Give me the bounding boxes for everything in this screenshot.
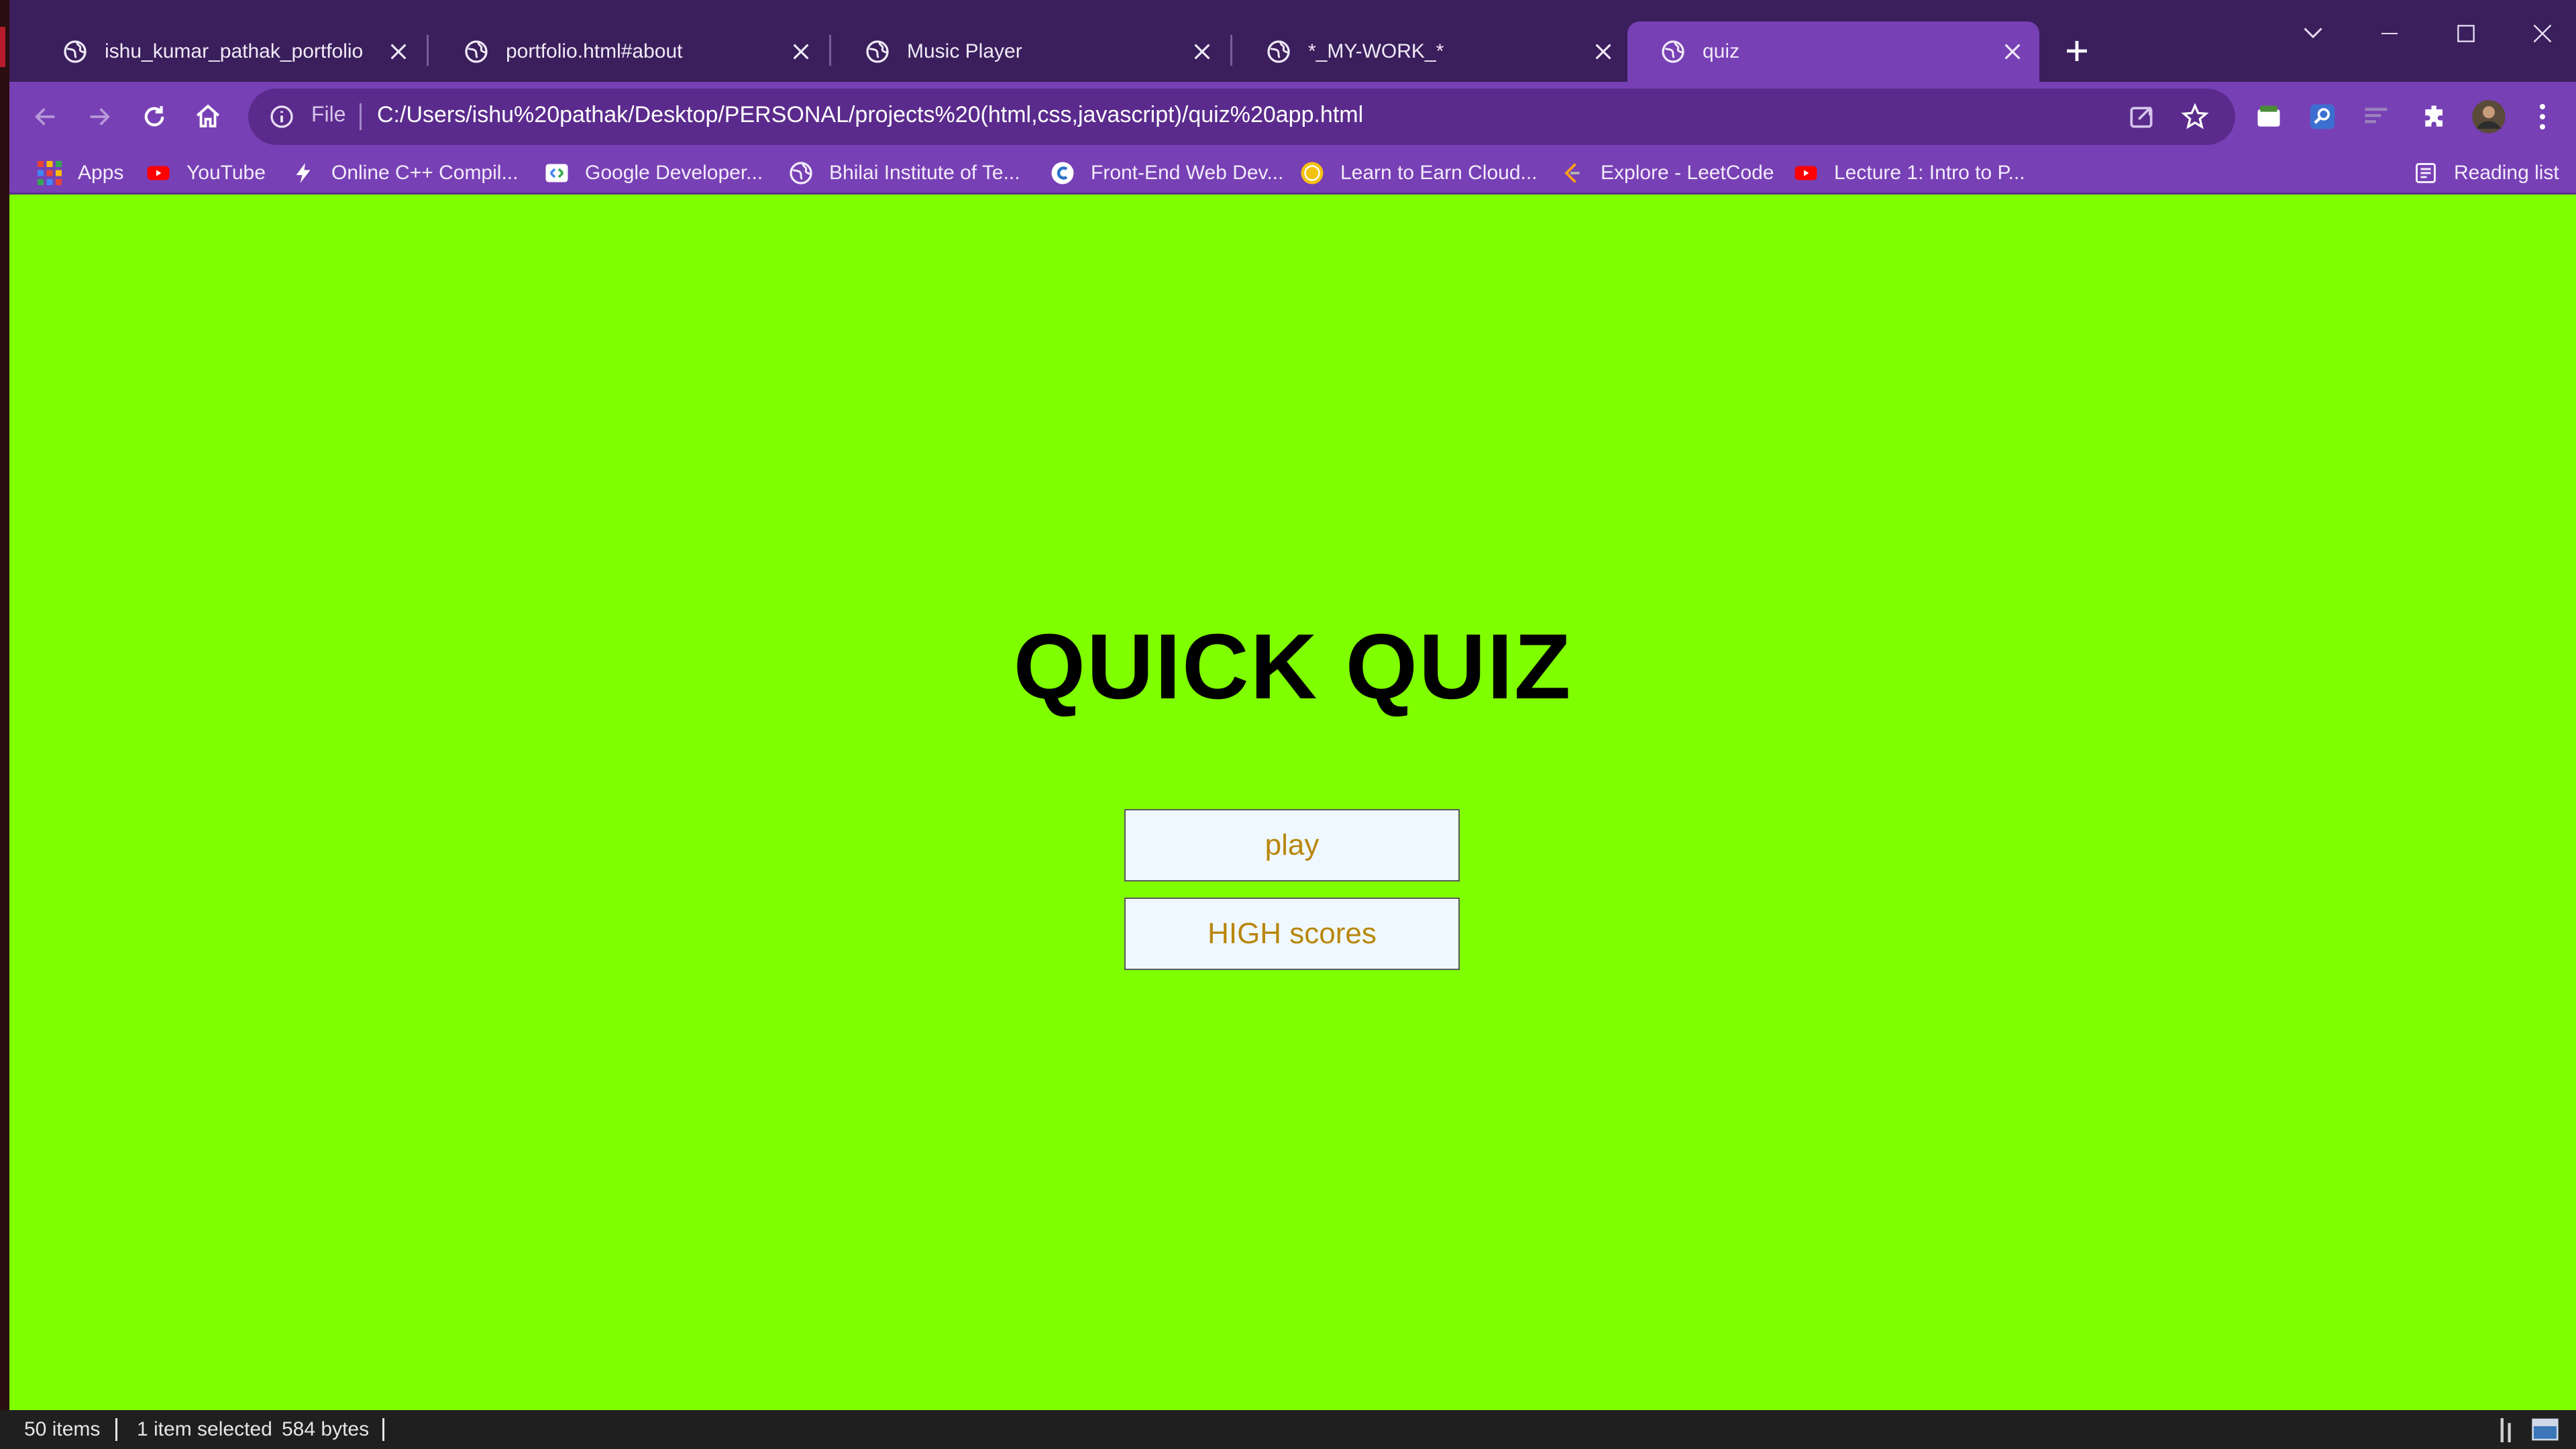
bookmark-star-icon[interactable] [2180,102,2210,131]
bookmark-label: Online C++ Compil... [331,162,519,184]
apps-grid-icon [38,161,62,185]
back-button[interactable] [24,95,67,138]
status-size: 584 bytes [282,1418,370,1440]
play-button[interactable]: play [1124,809,1460,881]
tab-search-icon[interactable] [2293,13,2333,54]
extension-search-icon[interactable] [2301,95,2344,138]
toolbar: File C:/Users/ishu%20pathak/Desktop/PERS… [9,82,2576,152]
bookmark-label: Front-End Web Dev... [1091,162,1284,184]
youtube-icon [1794,166,1817,180]
details-view-icon[interactable] [2500,1418,2514,1442]
bookmarks-bar: Apps YouTube Online C++ Compil... Google… [9,152,2576,195]
close-tab-icon[interactable] [1590,38,1617,65]
maximize-icon[interactable] [2446,13,2486,54]
page-viewport: QUICK QUIZ play HIGH scores [9,195,2576,1410]
tab-my-work[interactable]: *_MY-WORK_* [1233,21,1630,82]
bookmark-leetcode[interactable]: Explore - LeetCode [1560,158,1774,188]
tab-title: quiz [1703,40,1740,62]
bookmark-front-end[interactable]: Front-End Web Dev... [1051,158,1283,188]
tab-title: portfolio.html#about [506,40,683,62]
tab-portfolio[interactable]: ishu_kumar_pathak_portfolio [30,21,425,82]
lightning-icon [296,163,311,183]
info-icon[interactable] [268,103,295,130]
tab-title: ishu_kumar_pathak_portfolio [105,40,364,62]
minimize-icon[interactable] [2369,13,2410,54]
reading-list-label: Reading list [2454,162,2559,184]
profile-avatar[interactable] [2467,95,2510,138]
tab-strip: ishu_kumar_pathak_portfolio portfolio.ht… [9,0,2576,82]
bookmark-youtube[interactable]: YouTube [146,158,266,188]
reading-list-button[interactable]: Reading list [2414,158,2559,188]
large-icons-view-icon[interactable] [2532,1417,2559,1442]
bookmark-label: Google Developer... [585,162,763,184]
bookmark-label: YouTube [186,162,266,184]
globe-icon [1662,40,1684,63]
globe-icon [790,162,812,184]
tab-quiz[interactable]: quiz [1627,21,2039,82]
reading-list-icon [2416,163,2436,183]
bookmark-label: Lecture 1: Intro to P... [1834,162,2025,184]
bookmark-lecture[interactable]: Lecture 1: Intro to P... [1794,158,2025,188]
new-tab-button[interactable] [2058,32,2096,70]
high-scores-button[interactable]: HIGH scores [1124,898,1460,970]
coursera-icon [1051,162,1074,184]
browser-window: ishu_kumar_pathak_portfolio portfolio.ht… [0,0,2576,1449]
close-tab-icon[interactable] [788,38,814,65]
close-window-icon[interactable] [2522,13,2563,54]
reload-button[interactable] [133,95,176,138]
url-scheme: File [311,102,346,126]
globe-icon [64,40,87,63]
youtube-icon [147,166,170,180]
coin-icon [1301,162,1324,184]
tab-music-player[interactable]: Music Player [832,21,1229,82]
share-icon[interactable] [2127,102,2156,131]
close-tab-icon[interactable] [1189,38,1216,65]
bookmark-label: Learn to Earn Cloud... [1340,162,1538,184]
extensions-puzzle-icon[interactable] [2414,95,2457,138]
close-tab-icon[interactable] [385,38,412,65]
url-text[interactable]: C:/Users/ishu%20pathak/Desktop/PERSONAL/… [377,102,1363,128]
extension-wallet-icon[interactable] [2247,95,2290,138]
status-selection: 1 item selected [137,1418,272,1440]
google-developers-icon [545,164,568,182]
bookmark-google-developers[interactable]: Google Developer... [545,158,763,188]
globe-icon [866,40,889,63]
window-edge [0,0,9,1449]
page-title: QUICK QUIZ [1013,615,1572,718]
globe-icon [465,40,488,63]
forward-button[interactable] [78,95,121,138]
bookmark-bhilai[interactable]: Bhilai Institute of Te... [789,158,1020,188]
bookmark-label: Explore - LeetCode [1601,162,1774,184]
bookmark-label: Apps [78,162,124,184]
globe-icon [1267,40,1290,63]
address-bar[interactable]: File C:/Users/ishu%20pathak/Desktop/PERS… [248,89,2235,145]
status-bar: 50 items 1 item selected 584 bytes [0,1410,2576,1449]
extension-list-icon[interactable] [2355,95,2398,138]
close-tab-icon[interactable] [1999,38,2026,65]
bookmark-label: Bhilai Institute of Te... [829,162,1020,184]
bookmark-apps[interactable]: Apps [38,158,123,188]
leetcode-icon [1564,163,1580,183]
menu-icon[interactable] [2521,95,2564,138]
home-button[interactable] [186,95,229,138]
bookmark-learn-to-earn[interactable]: Learn to Earn Cloud... [1300,158,1538,188]
tab-title: *_MY-WORK_* [1308,40,1444,62]
status-item-count: 50 items [24,1418,101,1440]
tab-portfolio-about[interactable]: portfolio.html#about [431,21,828,82]
tab-title: Music Player [907,40,1022,62]
bookmark-cpp-compiler[interactable]: Online C++ Compil... [291,158,518,188]
